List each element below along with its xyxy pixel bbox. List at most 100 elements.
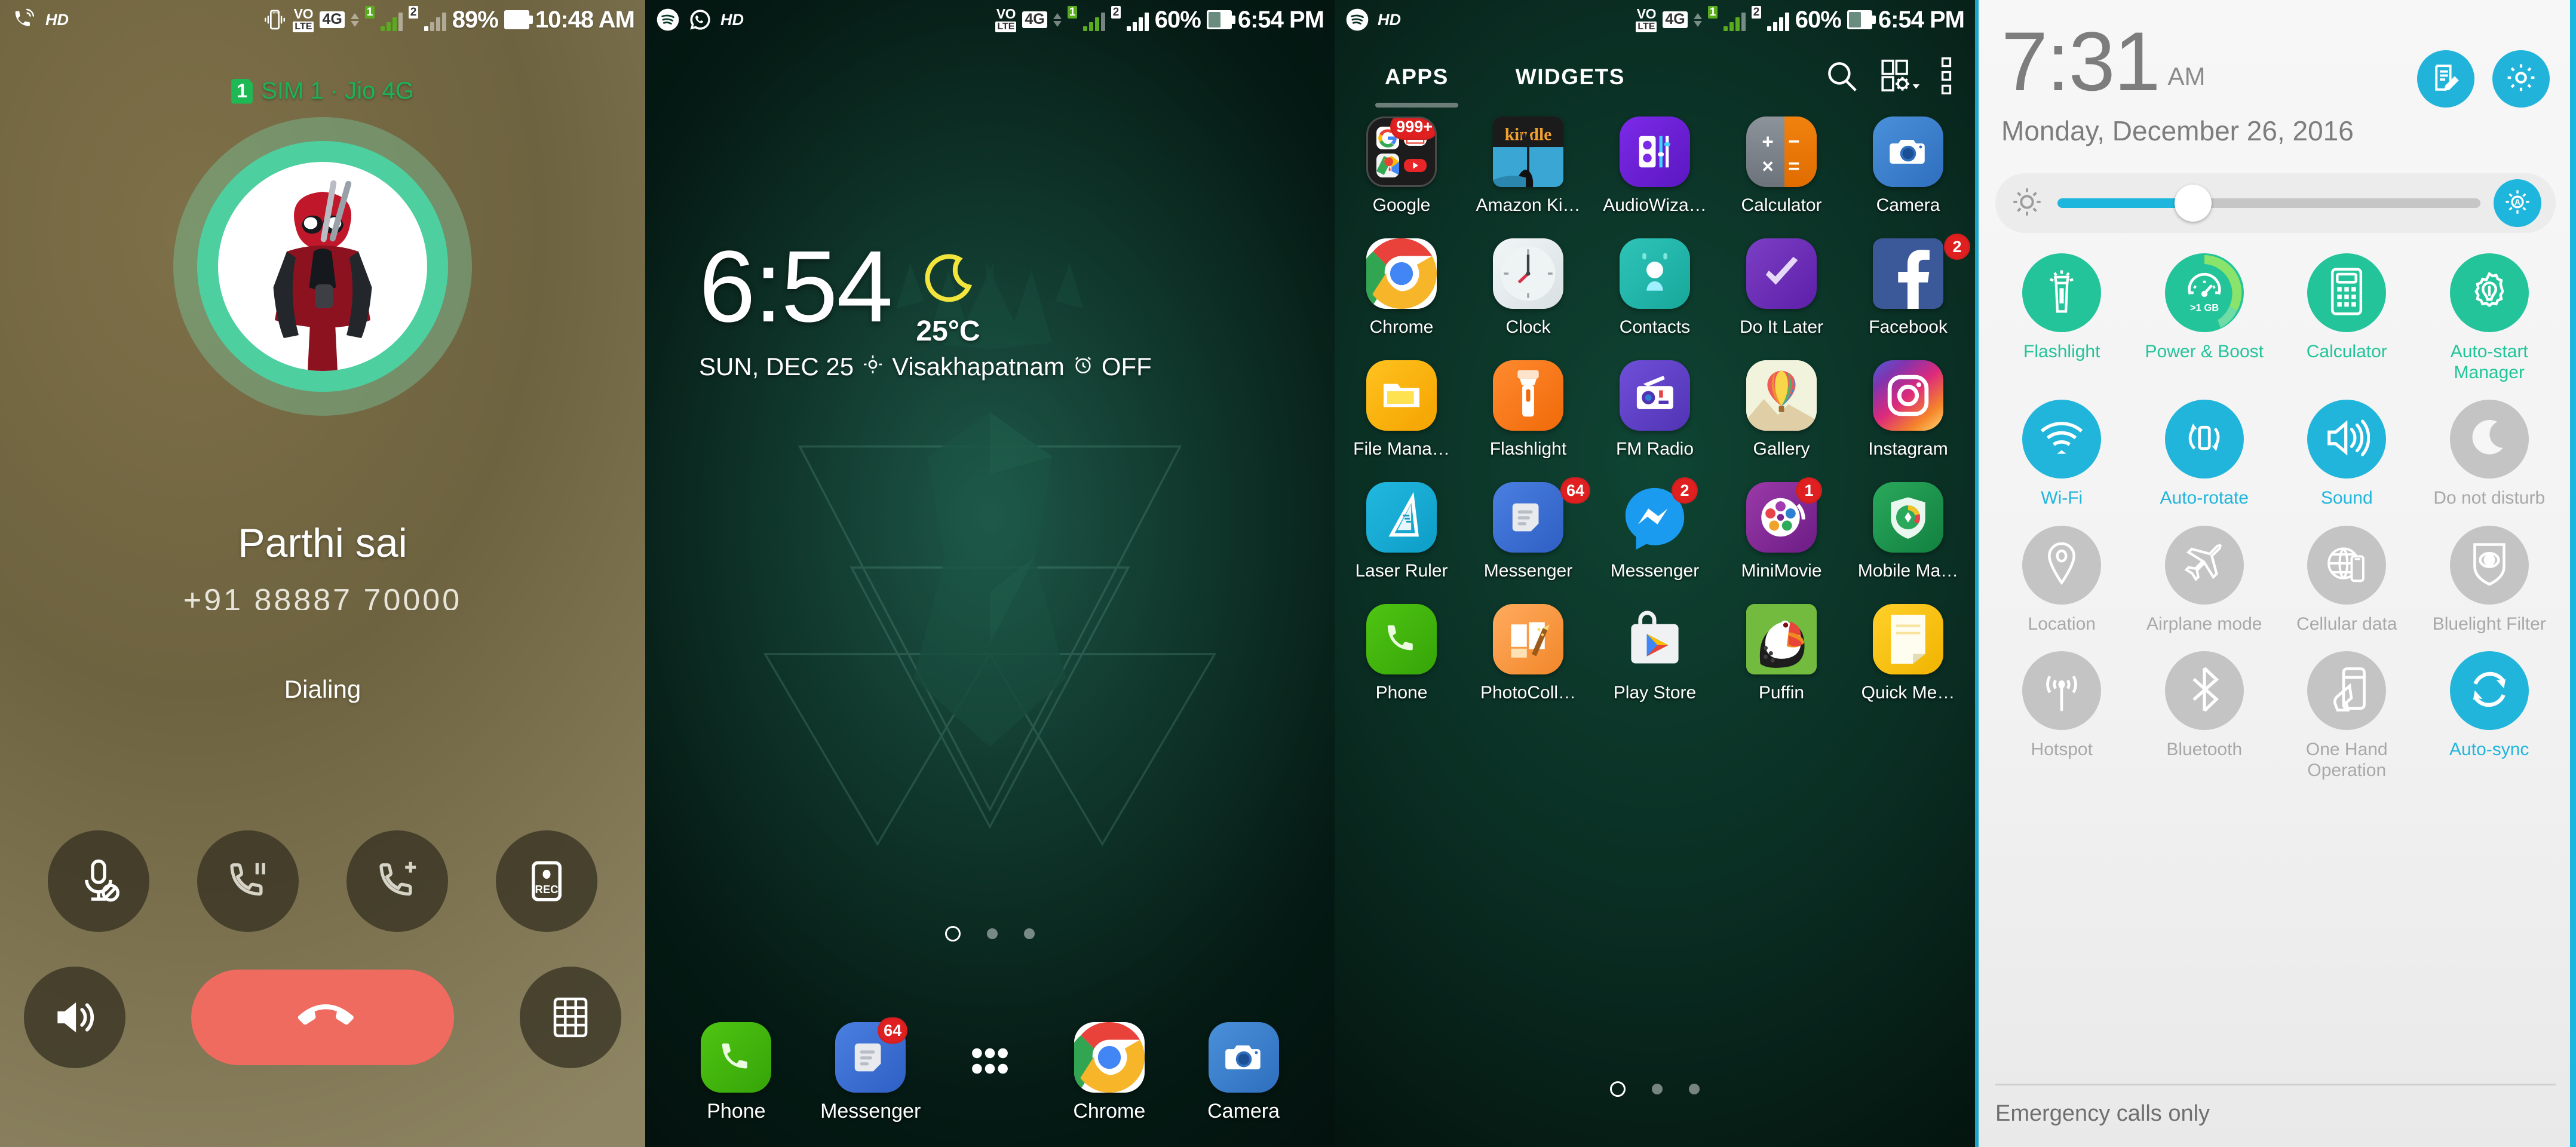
app-row: 999+ Google kindle [1343,116,1967,216]
clock-weather-widget[interactable]: 6:54 25°C SUN, DEC 25 Visakhapatnam OFF [699,236,1284,381]
toggle-flashlight[interactable]: Flashlight [1991,253,2133,383]
toggle-hotspot[interactable]: Hotspot [1991,651,2133,781]
app-label: Phone [1375,683,1428,703]
end-call-button[interactable] [191,970,454,1065]
toggle-sound[interactable]: Sound [2276,400,2418,509]
toggle-bluetooth[interactable]: Bluetooth [2133,651,2276,781]
app-item-messenger-google[interactable]: 64 Messenger [1470,477,1590,581]
app-label: File Mana… [1353,439,1450,459]
mute-button[interactable] [48,830,149,932]
do-not-disturb-icon [2468,416,2511,462]
whatsapp-icon [688,8,712,32]
page-dot-current[interactable] [1610,1081,1626,1097]
laser-ruler-icon [1366,482,1437,553]
contacts-icon [1620,238,1690,309]
app-item-phone[interactable]: Phone [1343,604,1460,703]
app-item-messenger-facebook[interactable]: 2 Messenger [1596,477,1713,581]
hold-button[interactable] [197,830,299,932]
app-item-minimovie[interactable]: 1 MiniMovie [1723,477,1840,581]
app-item-google[interactable]: 999+ Google [1343,116,1460,216]
speaker-button[interactable] [24,967,125,1068]
app-item-calculator[interactable]: + − × = Calculator [1723,116,1840,216]
tab-apps[interactable]: APPS [1375,42,1458,112]
grid-settings-icon[interactable] [1881,59,1920,96]
app-item-quick-memo[interactable]: Quick Me… [1850,604,1967,703]
toggle-one-hand-operation[interactable]: One Hand Operation [2276,651,2418,781]
toggle-calculator[interactable]: Calculator [2276,253,2418,383]
app-item-file-manager[interactable]: File Mana… [1343,360,1460,459]
app-item-amazon-kindle[interactable]: kindle Amazon Ki… [1470,116,1587,216]
app-label: Facebook [1869,317,1948,337]
brightness-low-icon [2010,185,2044,222]
brightness-slider-row[interactable]: A [1995,173,2556,233]
app-item-puffin[interactable]: Puffin [1723,604,1840,703]
app-item-camera[interactable]: Camera [1850,116,1967,216]
app-item-laser-ruler[interactable]: Laser Ruler [1343,482,1460,581]
home-page-indicator [645,926,1335,941]
toggle-airplane-mode[interactable]: Airplane mode [2133,525,2276,635]
record-button[interactable]: REC [496,830,597,932]
brightness-track[interactable] [2057,185,2480,222]
keypad-button[interactable] [520,967,621,1068]
page-dot-current[interactable] [945,926,961,941]
app-item-flashlight[interactable]: Flashlight [1470,360,1587,459]
app-item-do-it-later[interactable]: Do It Later [1723,238,1840,338]
app-item-fm-radio[interactable]: FM Radio [1596,360,1713,459]
app-item-instagram[interactable]: Instagram [1850,360,1967,459]
toggle-auto-rotate[interactable]: Auto-rotate [2133,400,2276,509]
app-item-audiowizard[interactable]: AudioWiza… [1596,116,1713,216]
app-item-contacts[interactable]: Contacts [1596,238,1713,338]
toggle-power-boost[interactable]: >1 GB Power & Boost [2133,253,2276,383]
status-bar-drawer: HD VO LTE 4G 1 2 60% 6:54 PM [1335,0,1975,39]
in-call-screen: HD VO LTE 4G 1 2 89% 10:48 AM 1 SIM 1 · … [0,0,645,1147]
page-dot[interactable] [1689,1084,1700,1094]
dock-item-chrome[interactable]: Chrome [1056,1022,1163,1123]
qs-date: Monday, December 26, 2016 [2001,115,2354,146]
hd-label: HD [45,10,69,29]
toggle-label: Auto-start Manager [2450,342,2528,382]
sim1-signal-icon: 1 [1707,6,1746,31]
vibrate-icon [263,8,287,32]
app-item-mobile-manager[interactable]: Mobile Ma… [1850,482,1967,581]
toggle-bluelight-filter[interactable]: Bluelight Filter [2418,525,2561,635]
volte-icon: VO LTE [1636,6,1657,32]
search-icon[interactable] [1823,57,1860,97]
quick-memo-icon [1873,604,1943,674]
page-dot[interactable] [987,928,998,939]
overflow-menu-icon[interactable] [1940,57,1952,98]
toggle-wifi[interactable]: Wi-Fi [1991,400,2133,509]
toggle-location[interactable]: Location [1991,525,2133,635]
app-item-gallery[interactable]: Gallery [1723,360,1840,459]
app-item-play-store[interactable]: Play Store [1596,604,1713,703]
app-item-clock[interactable]: Clock [1470,238,1587,338]
battery-percent: 60% [1795,6,1842,33]
dock-item-camera[interactable]: Camera [1190,1022,1298,1123]
toggle-autostart-manager[interactable]: Auto-start Manager [2418,253,2561,383]
tab-widgets[interactable]: WIDGETS [1516,42,1625,112]
page-dot[interactable] [1024,928,1035,939]
chrome-icon [1074,1022,1145,1093]
app-item-chrome[interactable]: Chrome [1343,238,1460,338]
flashlight-icon [1493,360,1563,431]
app-item-facebook[interactable]: 2 Facebook [1850,234,1970,338]
settings-button[interactable] [2492,50,2550,108]
wifi-icon [2038,418,2086,461]
app-label: Contacts [1619,317,1691,337]
toggle-label: Power & Boost [2145,342,2264,361]
sim2-signal-icon: 2 [1111,6,1149,31]
edit-notes-button[interactable] [2417,50,2474,108]
brightness-knob[interactable] [2174,185,2212,222]
instagram-icon [1873,360,1943,431]
toggle-auto-sync[interactable]: Auto-sync [2418,651,2561,781]
add-call-button[interactable] [346,830,448,932]
brightness-auto-toggle[interactable]: A [2494,179,2541,227]
app-item-photocollage[interactable]: PhotoColl… [1470,604,1587,703]
toggle-do-not-disturb[interactable]: Do not disturb [2418,400,2561,509]
app-drawer-button[interactable] [951,1022,1029,1100]
app-label: Google [1372,195,1431,215]
dock-item-phone[interactable]: Phone [682,1022,790,1123]
toggle-cellular-data[interactable]: Cellular data [2276,525,2418,635]
dock-item-messenger[interactable]: 64 Messenger [817,1017,924,1123]
sound-icon [2323,416,2370,462]
page-dot[interactable] [1652,1084,1663,1094]
